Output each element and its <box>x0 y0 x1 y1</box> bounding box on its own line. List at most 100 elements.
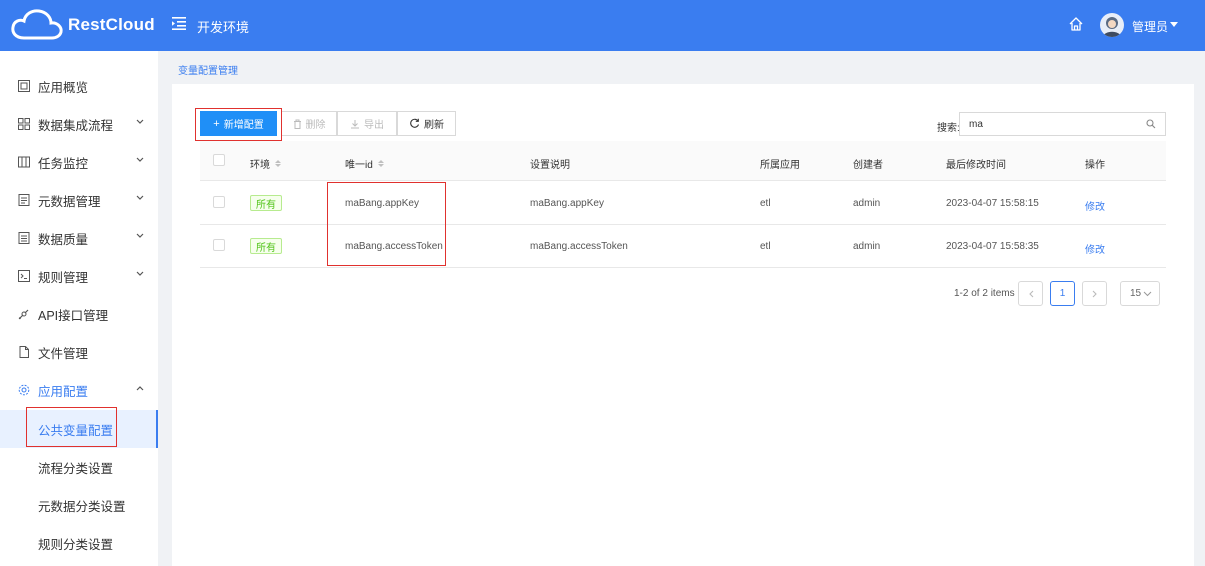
cell-creator: admin <box>853 241 881 252</box>
column-header-env[interactable]: 环境 <box>250 156 281 171</box>
next-page-button[interactable] <box>1082 281 1107 306</box>
env-tag: 所有 <box>250 238 282 254</box>
sidebar-item-label: 数据集成流程 <box>38 118 114 133</box>
sidebar-item-metadata[interactable]: 元数据管理 <box>0 181 158 219</box>
user-name[interactable]: 管理员 <box>1132 18 1168 35</box>
quality-icon <box>18 232 30 244</box>
search-label: 搜索: <box>937 123 960 134</box>
cell-modified: 2023-04-07 15:58:35 <box>946 241 1039 252</box>
cell-desc: maBang.appKey <box>530 198 604 209</box>
sidebar-item-label: API接口管理 <box>38 308 109 323</box>
sidebar-item-app-config[interactable]: 应用配置 <box>0 371 158 409</box>
export-label: 导出 <box>364 120 384 131</box>
edit-link[interactable]: 修改 <box>1085 198 1105 213</box>
table-row: 所有 maBang.appKey maBang.appKey etl admin… <box>200 182 1166 225</box>
search-input[interactable] <box>959 112 1166 136</box>
cell-id: maBang.accessToken <box>345 241 443 252</box>
trash-icon <box>293 119 301 129</box>
top-header: RestCloud 开发环境 管理员 <box>0 0 1205 51</box>
row-checkbox[interactable] <box>213 196 225 208</box>
table-row: 所有 maBang.accessToken maBang.accessToken… <box>200 225 1166 268</box>
chevron-right-icon <box>1092 290 1097 297</box>
brand-name: RestCloud <box>68 15 155 34</box>
select-all-checkbox[interactable] <box>213 154 225 166</box>
user-avatar[interactable] <box>1100 13 1124 37</box>
menu-fold-icon[interactable] <box>172 17 186 30</box>
plus-icon: + <box>213 117 220 130</box>
chevron-down-icon <box>136 233 144 238</box>
edit-link[interactable]: 修改 <box>1085 241 1105 256</box>
sidebar-item-label: 应用配置 <box>38 384 89 399</box>
column-header-id[interactable]: 唯一id <box>345 156 384 171</box>
cell-id: maBang.appKey <box>345 198 419 209</box>
chevron-down-icon <box>1143 291 1152 296</box>
file-icon <box>19 346 29 358</box>
api-icon <box>18 309 29 320</box>
chevron-down-icon <box>136 119 144 124</box>
add-config-button[interactable]: + 新增配置 <box>200 111 277 136</box>
sidebar-subitem-public-variables[interactable]: 公共变量配置 <box>0 410 158 448</box>
settings-icon <box>18 384 30 396</box>
sidebar-item-app-overview[interactable]: 应用概览 <box>0 67 158 105</box>
cell-creator: admin <box>853 198 881 209</box>
grid-icon <box>18 118 30 130</box>
prev-page-button[interactable] <box>1018 281 1043 306</box>
sidebar-item-label: 规则管理 <box>38 270 89 285</box>
chevron-left-icon <box>1028 290 1033 297</box>
chevron-down-icon <box>136 157 144 162</box>
sidebar-subitem-label: 流程分类设置 <box>38 461 114 476</box>
delete-label: 删除 <box>305 120 326 131</box>
sort-icon <box>275 160 281 167</box>
refresh-button[interactable]: 刷新 <box>397 111 456 136</box>
sidebar-item-label: 任务监控 <box>38 156 89 171</box>
brand-logo[interactable]: RestCloud <box>10 8 155 42</box>
home-icon[interactable] <box>1068 16 1084 32</box>
column-header-desc: 设置说明 <box>530 160 570 171</box>
export-button[interactable]: 导出 <box>337 111 397 136</box>
page-size-value: 15 <box>1130 288 1142 299</box>
environment-title[interactable]: 开发环境 <box>197 17 249 36</box>
app-overview-icon <box>18 80 30 92</box>
sidebar-item-task-monitor[interactable]: 任务监控 <box>0 143 158 181</box>
page-number-button[interactable]: 1 <box>1050 281 1075 306</box>
chevron-down-icon <box>136 195 144 200</box>
sort-icon <box>377 160 384 167</box>
add-config-label: 新增配置 <box>223 120 264 131</box>
breadcrumb[interactable]: 变量配置管理 <box>178 62 238 77</box>
search-icon[interactable] <box>1146 119 1156 129</box>
sidebar-subitem-label: 公共变量配置 <box>38 423 114 438</box>
terminal-icon <box>18 270 30 282</box>
sidebar: 应用概览 数据集成流程 任务监控 元数据管理 数据质量 规则管理 API接口管理… <box>0 51 158 566</box>
sidebar-subitem-rule-category[interactable]: 规则分类设置 <box>0 524 158 562</box>
table-header: 环境 唯一id 设置说明 所属应用 创建者 最后修改时间 操作 <box>200 141 1166 181</box>
delete-button[interactable]: 删除 <box>281 111 337 136</box>
env-tag: 所有 <box>250 195 282 211</box>
sidebar-item-rule-management[interactable]: 规则管理 <box>0 257 158 295</box>
download-icon <box>351 119 359 128</box>
sidebar-item-data-integration[interactable]: 数据集成流程 <box>0 105 158 143</box>
column-header-action: 操作 <box>1085 160 1105 171</box>
column-header-modified: 最后修改时间 <box>946 160 1006 171</box>
sidebar-item-data-quality[interactable]: 数据质量 <box>0 219 158 257</box>
refresh-icon <box>410 118 420 128</box>
sidebar-item-file-management[interactable]: 文件管理 <box>0 333 158 371</box>
cloud-logo-icon <box>11 9 63 40</box>
sidebar-item-label: 文件管理 <box>38 346 89 361</box>
sidebar-item-api-management[interactable]: API接口管理 <box>0 295 158 333</box>
cell-app: etl <box>760 198 771 209</box>
column-header-creator: 创建者 <box>853 160 883 171</box>
sidebar-item-label: 应用概览 <box>38 80 89 95</box>
chevron-down-icon <box>136 271 144 276</box>
pagination-total: 1-2 of 2 items <box>954 288 1015 299</box>
sidebar-subitem-label: 规则分类设置 <box>38 537 114 552</box>
monitor-icon <box>18 156 30 168</box>
column-header-label: 唯一id <box>345 160 373 171</box>
cell-desc: maBang.accessToken <box>530 241 628 252</box>
column-header-app: 所属应用 <box>760 160 800 171</box>
row-checkbox[interactable] <box>213 239 225 251</box>
page-size-select[interactable]: 15 <box>1120 281 1160 306</box>
sidebar-subitem-flow-category[interactable]: 流程分类设置 <box>0 448 158 486</box>
sidebar-subitem-metadata-category[interactable]: 元数据分类设置 <box>0 486 158 524</box>
column-header-label: 环境 <box>250 160 270 171</box>
caret-down-icon[interactable] <box>1170 22 1178 27</box>
